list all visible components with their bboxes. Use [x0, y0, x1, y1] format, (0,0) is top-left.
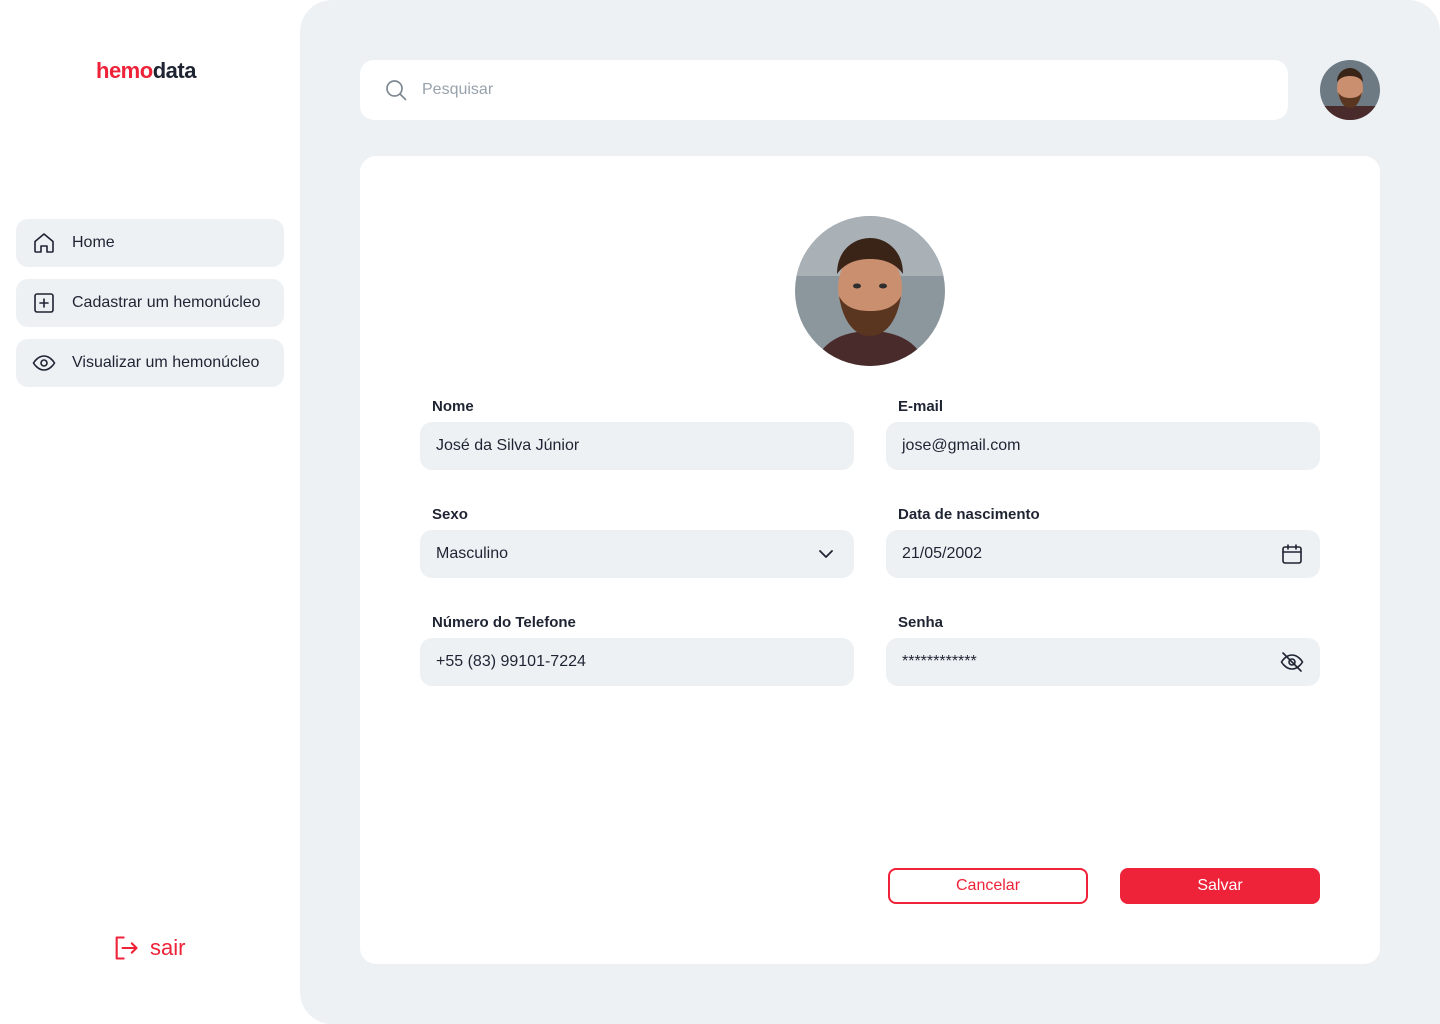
chevron-down-icon[interactable]: [814, 542, 838, 566]
plus-square-icon: [32, 291, 56, 315]
sidebar-item-label: Cadastrar um hemonúcleo: [72, 294, 261, 311]
sidebar-item-cadastrar[interactable]: Cadastrar um hemonúcleo: [16, 279, 284, 327]
senha-field[interactable]: ************: [886, 638, 1320, 686]
telefone-label: Número do Telefone: [432, 614, 576, 631]
logout-icon: [112, 934, 140, 962]
search-input[interactable]: [422, 81, 1222, 99]
sidebar-item-label: Visualizar um hemonúcleo: [72, 354, 260, 371]
sidebar: hemodata Home Cadastrar um hemonúcleo Vi…: [0, 0, 300, 1024]
nome-value: José da Silva Júnior: [436, 437, 580, 454]
telefone-field[interactable]: +55 (83) 99101-7224: [420, 638, 854, 686]
profile-card: Nome José da Silva Júnior E-mail jose@gm…: [360, 156, 1380, 964]
eye-icon: [32, 351, 56, 375]
home-icon: [32, 231, 56, 255]
data-nascimento-value: 21/05/2002: [902, 545, 983, 562]
user-avatar[interactable]: [1320, 60, 1380, 120]
senha-label: Senha: [898, 614, 944, 631]
save-button[interactable]: Salvar: [1120, 868, 1320, 904]
sidebar-item-label: Home: [72, 234, 115, 251]
email-value: jose@gmail.com: [902, 437, 1021, 454]
search-icon: [384, 78, 408, 102]
email-field[interactable]: jose@gmail.com: [886, 422, 1320, 470]
logo[interactable]: hemodata: [96, 58, 196, 84]
sexo-select[interactable]: Masculino: [420, 530, 854, 578]
sidebar-item-home[interactable]: Home: [16, 219, 284, 267]
calendar-icon[interactable]: [1280, 542, 1304, 566]
senha-value: ************: [902, 653, 977, 670]
telefone-value: +55 (83) 99101-7224: [436, 653, 586, 670]
logout-label: sair: [150, 935, 186, 960]
sexo-label: Sexo: [432, 506, 468, 523]
cancel-button[interactable]: Cancelar: [888, 868, 1088, 904]
eye-off-icon[interactable]: [1280, 650, 1304, 674]
sexo-value: Masculino: [436, 545, 509, 562]
data-nascimento-label: Data de nascimento: [898, 506, 1040, 523]
data-nascimento-field[interactable]: 21/05/2002: [886, 530, 1320, 578]
logo-part-hemo: hemo: [96, 58, 153, 83]
profile-photo[interactable]: [795, 216, 945, 366]
nome-field[interactable]: José da Silva Júnior: [420, 422, 854, 470]
sidebar-item-visualizar[interactable]: Visualizar um hemonúcleo: [16, 339, 284, 387]
main-content: Nome José da Silva Júnior E-mail jose@gm…: [300, 0, 1440, 1024]
email-label: E-mail: [898, 398, 944, 415]
search-bar[interactable]: [360, 60, 1288, 120]
logo-part-data: data: [152, 58, 197, 83]
logout-button[interactable]: sair: [112, 934, 185, 962]
nome-label: Nome: [432, 398, 474, 415]
